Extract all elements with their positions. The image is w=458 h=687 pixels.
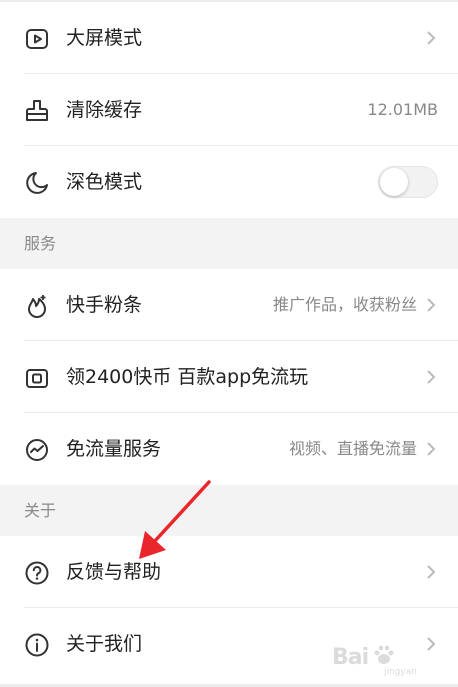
- wave-circle-icon: [24, 437, 50, 463]
- card-icon: [24, 365, 50, 391]
- coins-offer-row[interactable]: 领2400快币 百款app免流玩: [0, 341, 458, 413]
- watermark-sub: jingyan: [384, 667, 417, 677]
- chevron-right-icon: [424, 295, 438, 315]
- coins-offer-label: 领2400快币 百款app免流玩: [66, 366, 309, 388]
- clear-cache-row[interactable]: 清除缓存 12.01MB: [0, 74, 458, 146]
- chevron-right-icon: [424, 562, 438, 582]
- feedback-help-row[interactable]: 反馈与帮助: [0, 536, 458, 608]
- fire-icon: [24, 293, 50, 319]
- moon-icon: [24, 170, 50, 196]
- red-arrow-annotation: [139, 480, 211, 559]
- large-screen-mode-label: 大屏模式: [66, 27, 143, 49]
- kuaishou-promote-label: 快手粉条: [66, 294, 143, 316]
- chevron-right-icon: [424, 439, 438, 459]
- dark-mode-toggle[interactable]: [378, 166, 438, 198]
- section-title: 关于: [24, 501, 57, 520]
- paw-icon: [374, 645, 394, 664]
- question-icon: [24, 560, 50, 586]
- large-screen-mode-row[interactable]: 大屏模式: [0, 2, 458, 74]
- free-data-service-label: 免流量服务: [66, 438, 162, 460]
- free-data-service-row[interactable]: 免流量服务 视频、直播免流量: [0, 413, 458, 485]
- brush-icon: [24, 98, 50, 124]
- dark-mode-row: 深色模式: [0, 146, 458, 218]
- cache-size-value: 12.01MB: [367, 100, 438, 119]
- chevron-right-icon: [424, 367, 438, 387]
- play-screen-icon: [24, 26, 50, 52]
- kuaishou-promote-row[interactable]: 快手粉条 推广作品，收获粉丝: [0, 269, 458, 341]
- kuaishou-promote-value: 推广作品，收获粉丝: [272, 295, 417, 314]
- section-header-about: 关于: [0, 485, 458, 536]
- free-data-service-value: 视频、直播免流量: [288, 439, 417, 458]
- dark-mode-label: 深色模式: [66, 171, 143, 193]
- section-title: 服务: [24, 234, 57, 253]
- chevron-right-icon: [424, 28, 438, 48]
- watermark-text: Bai: [332, 645, 369, 670]
- toggle-knob: [380, 168, 408, 196]
- section-header-services: 服务: [0, 218, 458, 269]
- baidu-watermark-logo: Bai jingyan: [332, 639, 450, 683]
- about-us-label: 关于我们: [66, 633, 143, 655]
- info-icon: [24, 632, 50, 658]
- clear-cache-label: 清除缓存: [66, 99, 143, 121]
